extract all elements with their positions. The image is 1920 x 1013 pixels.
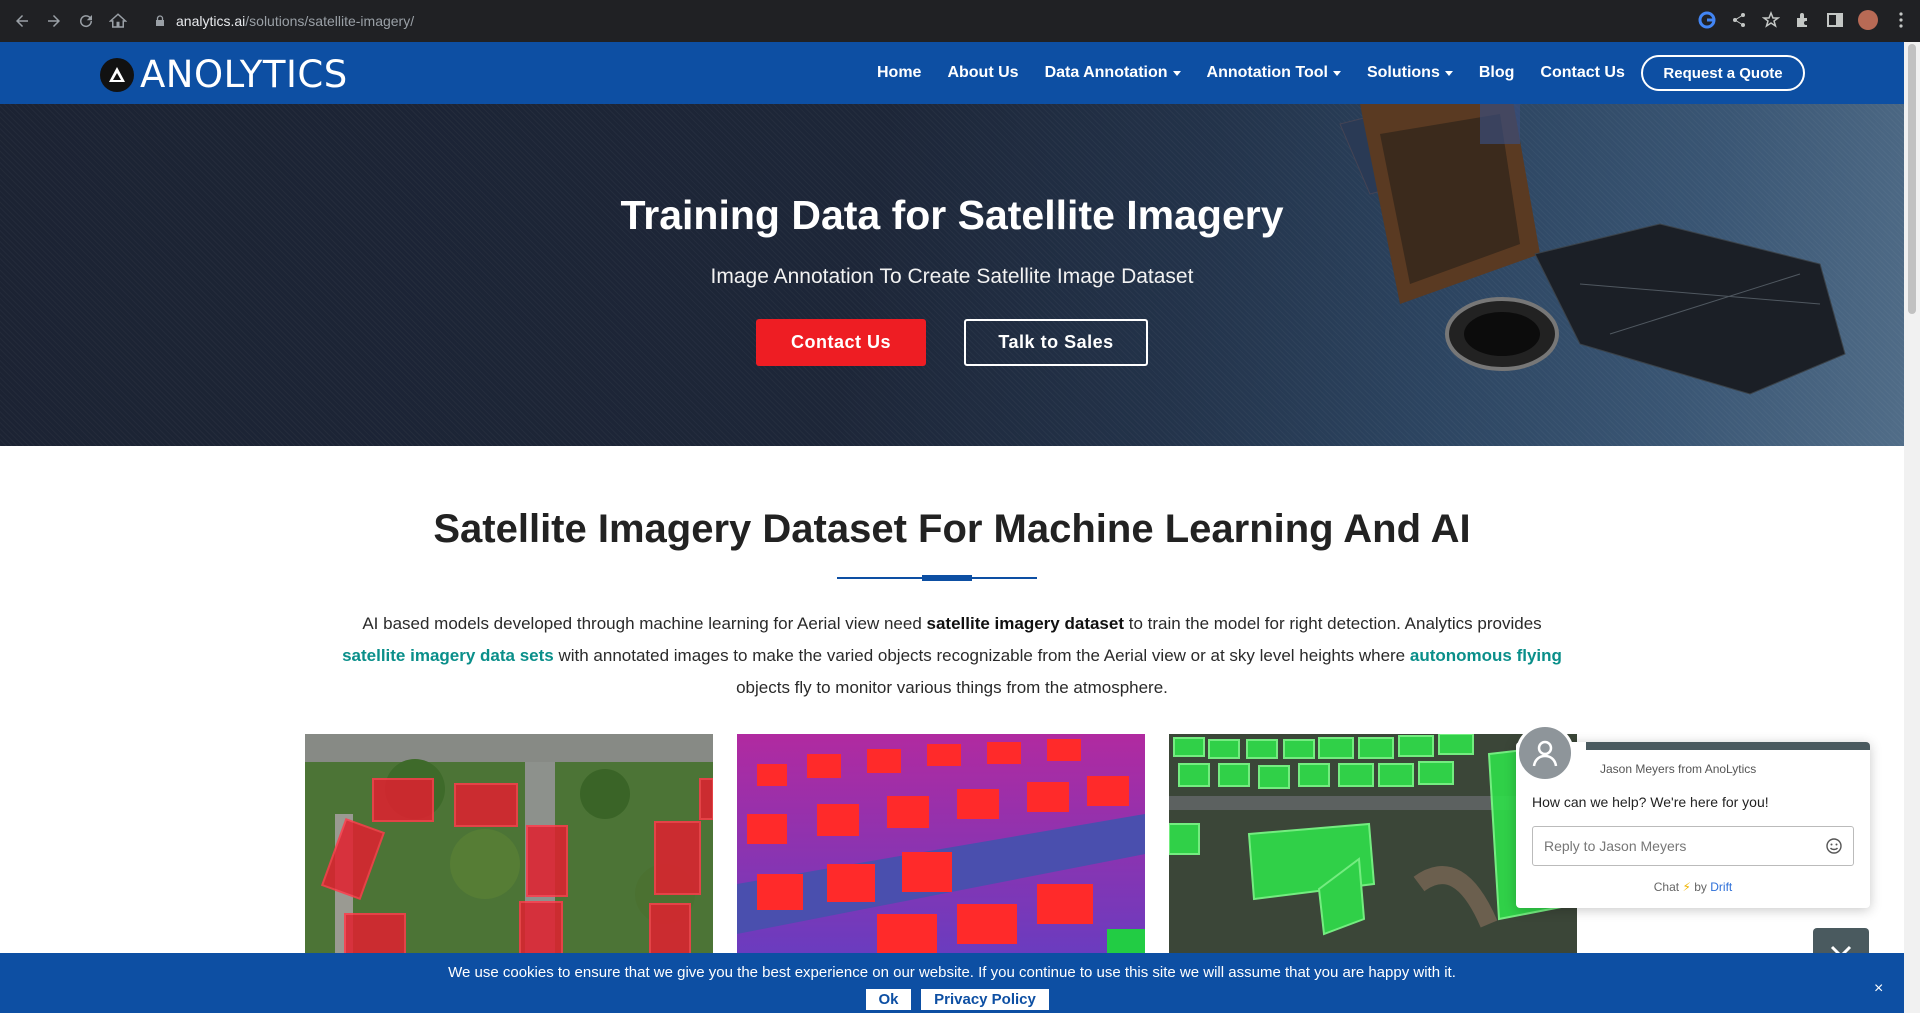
nav-data-annotation-label: Data Annotation	[1044, 64, 1168, 81]
chat-reply-input[interactable]: Reply to Jason Meyers	[1532, 826, 1854, 866]
nav-data-annotation[interactable]: Data Annotation	[1045, 64, 1181, 82]
intro-bold: satellite imagery dataset	[926, 614, 1124, 633]
caret-down-icon	[1172, 70, 1181, 76]
privacy-policy-button[interactable]: Privacy Policy	[921, 989, 1049, 1010]
page-scrollbar[interactable]	[1904, 42, 1920, 1013]
hero-talk-to-sales-button[interactable]: Talk to Sales	[964, 319, 1148, 366]
aerial-rooftops-segmentation-image	[737, 734, 1145, 954]
nav-home[interactable]: Home	[877, 64, 921, 82]
request-quote-button[interactable]: Request a Quote	[1641, 55, 1805, 91]
bookmark-star-icon[interactable]	[1762, 11, 1780, 29]
profile-avatar[interactable]	[1858, 10, 1878, 30]
chat-message: How can we help? We're here for you!	[1532, 794, 1769, 810]
logo-mark-icon	[100, 57, 134, 92]
intro-paragraph: AI based models developed through machin…	[320, 608, 1584, 704]
lock-icon	[156, 15, 164, 26]
drift-link[interactable]: Drift	[1710, 880, 1732, 894]
intro-text-3: with annotated images to make the varied…	[553, 646, 1410, 665]
chat-topbar	[1586, 742, 1870, 750]
hero-title: Training Data for Satellite Imagery	[620, 192, 1284, 238]
chat-footer: Chat ⚡ by Drift	[1516, 880, 1870, 894]
home-icon[interactable]	[104, 7, 132, 35]
intro-text-1: AI based models developed through machin…	[362, 614, 927, 633]
site-logo[interactable]: ANOLYTICS	[100, 53, 348, 96]
cookie-banner: We use cookies to ensure that we give yo…	[0, 953, 1904, 1013]
chat-reply-placeholder: Reply to Jason Meyers	[1544, 838, 1687, 854]
sidepanel-icon[interactable]	[1826, 11, 1844, 29]
hero-banner: Training Data for Satellite Imagery Imag…	[0, 104, 1904, 446]
nav-annotation-tool[interactable]: Annotation Tool	[1207, 64, 1341, 82]
emoji-icon[interactable]	[1825, 837, 1843, 855]
cookie-text: We use cookies to ensure that we give yo…	[448, 964, 1456, 981]
chat-footer-chat: Chat	[1653, 880, 1680, 894]
section-title: Satellite Imagery Dataset For Machine Le…	[433, 507, 1471, 551]
autonomous-flying-link[interactable]: autonomous flying	[1410, 646, 1562, 665]
aerial-houses-annotation-image	[305, 734, 713, 954]
agent-avatar-icon	[1516, 724, 1574, 782]
extensions-icon[interactable]	[1794, 11, 1812, 29]
chat-footer-by: by	[1694, 880, 1707, 894]
nav-blog[interactable]: Blog	[1479, 64, 1515, 82]
cookie-ok-button[interactable]: Ok	[866, 989, 911, 1010]
nav-solutions[interactable]: Solutions	[1367, 64, 1453, 82]
hero-subtitle: Image Annotation To Create Satellite Ima…	[710, 265, 1194, 288]
scrollbar-thumb[interactable]	[1908, 44, 1916, 314]
address-bar[interactable]: analytics.ai/solutions/satellite-imagery…	[140, 7, 1680, 35]
caret-down-icon	[1444, 70, 1453, 76]
url-domain: analytics.ai	[176, 13, 246, 29]
title-divider-accent	[922, 575, 972, 581]
nav-annotation-tool-label: Annotation Tool	[1206, 64, 1328, 81]
lightning-icon: ⚡	[1682, 880, 1691, 894]
intro-text-2: to train the model for right detection. …	[1124, 614, 1542, 633]
url-path: /solutions/satellite-imagery/	[245, 13, 415, 29]
browser-toolbar: analytics.ai/solutions/satellite-imagery…	[0, 0, 1920, 42]
menu-kebab-icon[interactable]	[1892, 11, 1910, 29]
share-icon[interactable]	[1730, 11, 1748, 29]
nav-contact[interactable]: Contact Us	[1540, 64, 1624, 82]
back-icon[interactable]	[8, 7, 36, 35]
intro-text-4: objects fly to monitor various things fr…	[736, 678, 1168, 697]
nav-solutions-label: Solutions	[1366, 64, 1440, 81]
nav-about[interactable]: About Us	[947, 64, 1018, 82]
cookie-close-icon[interactable]: ×	[1874, 980, 1888, 997]
chat-agent-name: Jason Meyers from AnoLytics	[1600, 762, 1757, 776]
forward-icon[interactable]	[40, 7, 68, 35]
hero-contact-button[interactable]: Contact Us	[756, 319, 926, 366]
caret-down-icon	[1332, 70, 1341, 76]
chat-widget: Jason Meyers from AnoLytics How can we h…	[1516, 724, 1870, 908]
site-header: ANOLYTICS Home About Us Data Annotation …	[0, 42, 1904, 104]
google-icon[interactable]	[1698, 11, 1716, 29]
satellite-datasets-link[interactable]: satellite imagery data sets	[342, 646, 554, 665]
main-nav: Home About Us Data Annotation Annotation…	[877, 42, 1651, 104]
reload-icon[interactable]	[72, 7, 100, 35]
logo-text: ANOLYTICS	[140, 53, 348, 96]
